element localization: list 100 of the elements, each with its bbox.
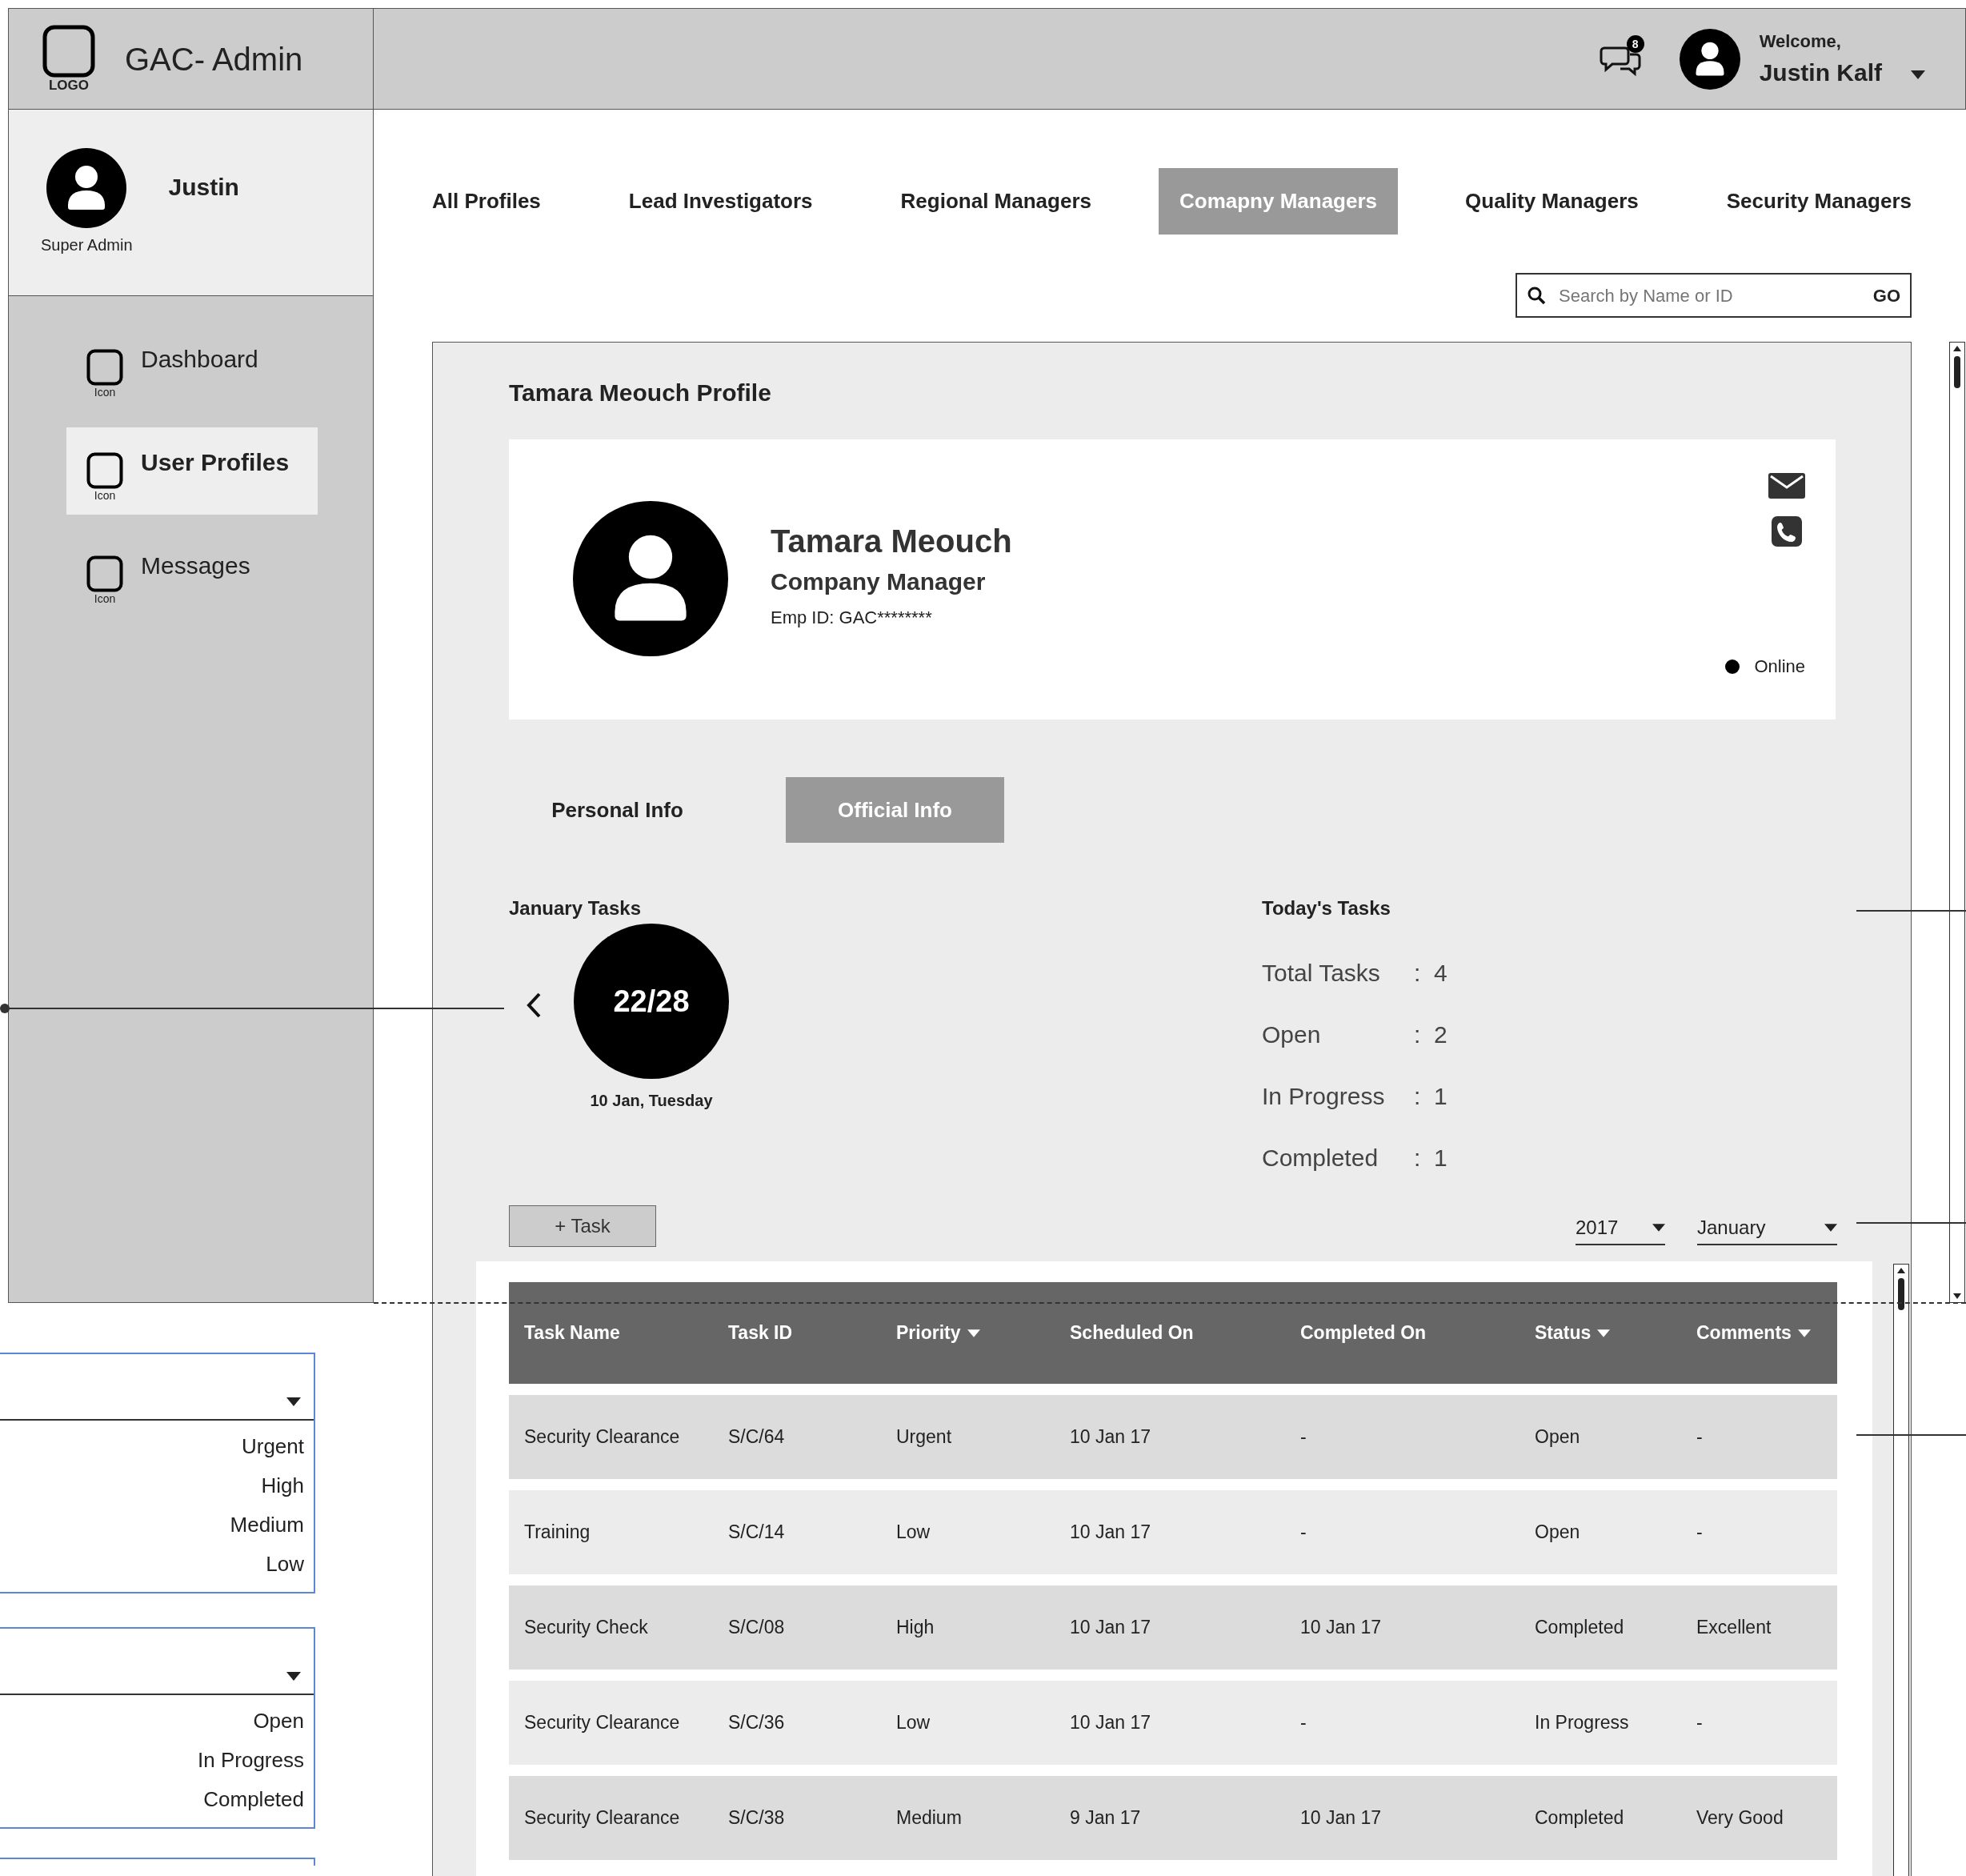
- sidebar-item[interactable]: Icon Dashboard: [66, 324, 318, 411]
- dropdown-option[interactable]: Low: [0, 1545, 314, 1584]
- stat-label: Total Tasks: [1262, 959, 1381, 988]
- column-header[interactable]: Status: [1535, 1319, 1592, 1347]
- table-cell: Very Good: [1696, 1807, 1784, 1829]
- icon-label: Icon: [94, 488, 116, 502]
- welcome-text: Welcome,: [1759, 30, 1842, 53]
- caret-icon: [1652, 1224, 1665, 1232]
- stat-value: 1: [1434, 1082, 1447, 1111]
- sidebar-item[interactable]: Icon Messages: [66, 531, 318, 618]
- stat-separator: :: [1414, 1082, 1422, 1111]
- profile-tab[interactable]: Quality Managers: [1444, 168, 1660, 234]
- scrollbar[interactable]: [1949, 342, 1965, 1303]
- stat-value: 1: [1434, 1144, 1447, 1172]
- square-icon: [86, 348, 123, 386]
- column-header[interactable]: Completed On: [1300, 1319, 1427, 1347]
- table-cell: Excellent: [1696, 1617, 1772, 1638]
- dropdown-option[interactable]: Medium: [0, 1505, 314, 1545]
- icon-label: Icon: [94, 385, 116, 399]
- stat-label: Completed: [1262, 1144, 1379, 1172]
- column-header[interactable]: Priority: [896, 1319, 961, 1347]
- profile-role: Company Manager: [771, 567, 987, 596]
- table-cell: Security Clearance: [524, 1807, 680, 1829]
- table-cell: 10 Jan 17: [1070, 1617, 1151, 1638]
- section-title: January Tasks: [509, 897, 642, 920]
- go-button[interactable]: GO: [1872, 282, 1900, 309]
- column-header[interactable]: Scheduled On: [1070, 1319, 1194, 1347]
- column-header[interactable]: Task Name: [524, 1319, 620, 1347]
- table-row[interactable]: Training S/C/14 Low 10 Jan 17 - Open -: [509, 1490, 1837, 1574]
- table-cell: Medium: [896, 1807, 962, 1829]
- status-dot: [1725, 659, 1740, 674]
- column-header[interactable]: Comments: [1696, 1319, 1792, 1347]
- square-icon: [86, 451, 123, 489]
- caret-icon: [1824, 1224, 1837, 1232]
- dropdown-option[interactable]: Completed: [0, 1780, 314, 1819]
- year-select[interactable]: 2017: [1576, 1213, 1665, 1245]
- table-cell: Low: [896, 1712, 931, 1734]
- caret-icon: [1797, 1329, 1811, 1337]
- add-task-button[interactable]: + Task: [509, 1205, 656, 1247]
- table-cell: Low: [896, 1521, 931, 1543]
- section-title: Today's Tasks: [1262, 897, 1391, 920]
- table-cell: Training: [524, 1521, 591, 1543]
- profile-tab[interactable]: Lead Investigators: [607, 168, 834, 234]
- table-cell: Security Clearance: [524, 1426, 680, 1448]
- dropdown-option[interactable]: Urgent: [0, 1427, 314, 1466]
- table-cell: Security Clearance: [524, 1712, 680, 1734]
- table-cell: -: [1300, 1712, 1307, 1734]
- stat-label: In Progress: [1262, 1082, 1386, 1111]
- profile-tab[interactable]: Regional Managers: [879, 168, 1112, 234]
- stat-separator: :: [1414, 1020, 1422, 1049]
- logo-icon: [42, 24, 95, 78]
- avatar-icon: [46, 148, 127, 228]
- caret-icon: [1911, 70, 1925, 79]
- table-cell: Open: [1535, 1426, 1580, 1448]
- sidebar-item[interactable]: Icon User Profiles: [66, 427, 318, 515]
- profile-tab[interactable]: All Profiles: [411, 168, 562, 234]
- status-text: Online: [1754, 655, 1805, 678]
- table-row[interactable]: Security Clearance S/C/36 Low 10 Jan 17 - In Progress -: [509, 1681, 1837, 1765]
- square-icon: [86, 555, 123, 592]
- search-icon: [1527, 286, 1546, 305]
- employee-id: Emp ID: GAC********: [771, 607, 933, 629]
- dropdown-option[interactable]: High: [0, 1466, 314, 1505]
- stat-value: 4: [1434, 959, 1447, 988]
- profile-tab[interactable]: Security Managers: [1705, 168, 1932, 234]
- profile-name: Tamara Meouch: [771, 523, 1012, 560]
- logo-label: LOGO: [48, 77, 90, 94]
- table-cell: 10 Jan 17: [1070, 1712, 1151, 1734]
- chevron-left-icon[interactable]: [525, 991, 543, 1020]
- scrollbar[interactable]: [1893, 1264, 1909, 1876]
- table-row[interactable]: Security Clearance S/C/64 Urgent 10 Jan 17 - Open -: [509, 1395, 1837, 1479]
- table-cell: Urgent: [896, 1426, 952, 1448]
- caret-icon: [1597, 1329, 1611, 1337]
- table-cell: 10 Jan 17: [1070, 1426, 1151, 1448]
- table-cell: S/C/36: [728, 1712, 785, 1734]
- table-cell: 10 Jan 17: [1300, 1617, 1382, 1638]
- phone-icon[interactable]: [1772, 516, 1802, 547]
- table-row[interactable]: Security Clearance S/C/38 Medium 9 Jan 17 10 Jan 17 Completed Very Good: [509, 1776, 1837, 1860]
- table-cell: In Progress: [1535, 1712, 1629, 1734]
- table-cell: 10 Jan 17: [1300, 1807, 1382, 1829]
- user-role: Super Admin: [41, 235, 133, 255]
- table-cell: S/C/64: [728, 1426, 785, 1448]
- info-tab[interactable]: Personal Info: [508, 777, 727, 843]
- table-cell: High: [896, 1617, 935, 1638]
- month-select[interactable]: January: [1697, 1213, 1837, 1245]
- task-count-circle: 22/28: [574, 924, 729, 1079]
- column-header[interactable]: Task ID: [728, 1319, 793, 1347]
- table-row[interactable]: Security Check S/C/08 High 10 Jan 17 10 Jan 17 Completed Excellent: [509, 1585, 1837, 1670]
- user-name: Justin: [168, 172, 239, 202]
- table-cell: -: [1300, 1521, 1307, 1543]
- table-cell: S/C/38: [728, 1807, 785, 1829]
- stat-label: Open: [1262, 1020, 1322, 1049]
- mail-icon[interactable]: [1768, 473, 1805, 499]
- table-cell: 9 Jan 17: [1070, 1807, 1141, 1829]
- app-title: GAC- Admin: [125, 40, 303, 78]
- dropdown-option[interactable]: In Progress: [0, 1741, 314, 1780]
- table-cell: Open: [1535, 1521, 1580, 1543]
- panel-title: Tamara Meouch Profile: [509, 379, 772, 407]
- caret-icon: [286, 1397, 301, 1406]
- dropdown-option[interactable]: Open: [0, 1702, 314, 1741]
- search-field[interactable]: Search by Name or ID GO: [1516, 273, 1912, 318]
